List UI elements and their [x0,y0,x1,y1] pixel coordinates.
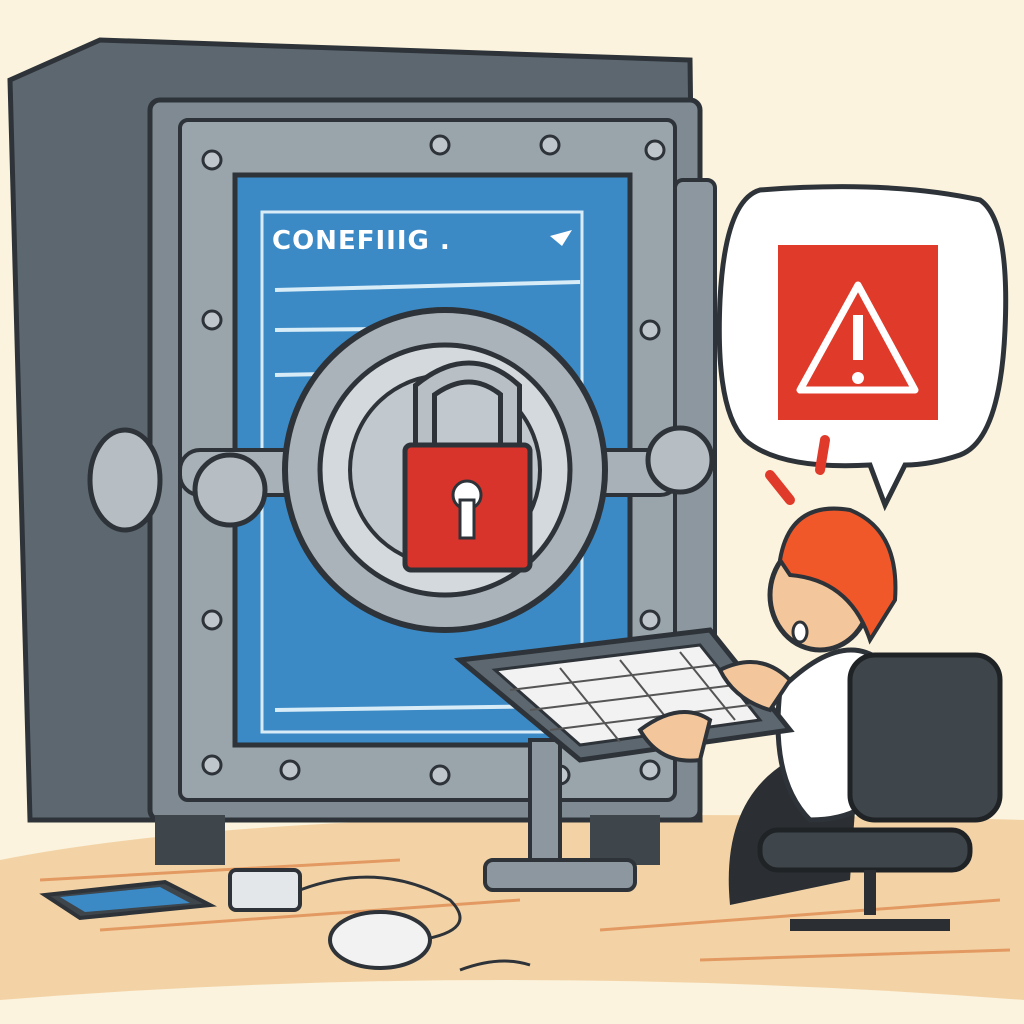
speech-bubble [716,184,1009,512]
screen-title: CONEFIIIG . [272,226,451,256]
illustration [0,37,1024,1000]
warning-icon [778,245,938,420]
